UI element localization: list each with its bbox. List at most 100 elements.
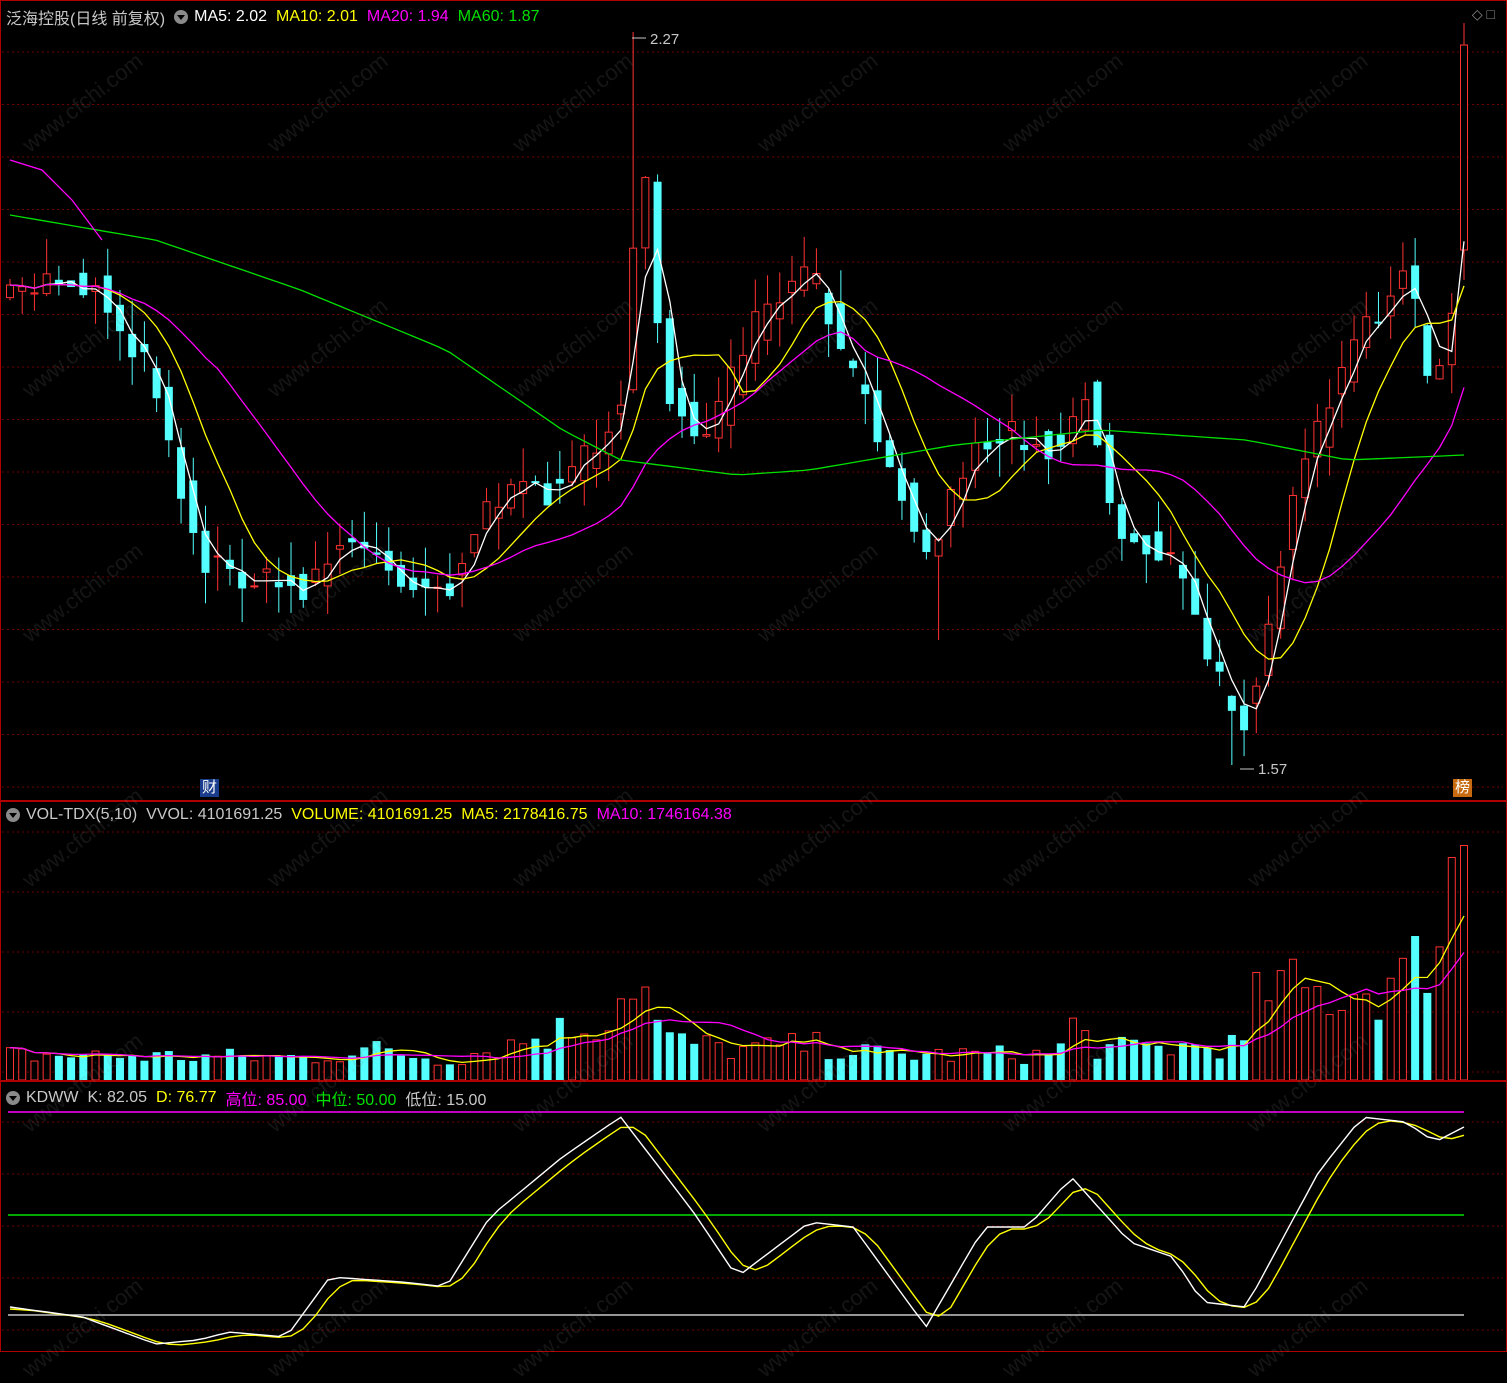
volume-bar [1191,1044,1200,1080]
volume-bar [1240,1040,1249,1080]
candle [1117,504,1126,539]
volume-bar [946,1060,955,1080]
volume-bar [1460,845,1468,1080]
high-price-label: 2.27 [650,31,680,48]
volume-bar [983,1052,992,1080]
volume-bar [1362,993,1371,1080]
volume-bar [1215,1058,1224,1080]
candle [861,384,870,395]
volume-bar [775,1044,784,1080]
volume-bar [140,1060,149,1080]
price-pane[interactable]: 泛海控股(日线 前复权) MA5: 2.02 MA10: 2.01 MA20: … [2,0,1503,800]
candle [1325,407,1334,448]
candle [763,303,772,341]
candle [1398,270,1407,289]
volume-bar [1423,992,1432,1080]
candle [421,578,430,588]
volume-bar [1313,985,1322,1080]
candle [653,181,662,324]
candle [629,247,638,391]
kd-indicator-name[interactable]: KDWW [26,1089,78,1107]
volume-bar [910,1059,919,1080]
volume-bar [177,1060,186,1080]
ma20-line [9,283,1465,584]
volume-bar [1264,1000,1273,1080]
volume-bar [641,986,650,1080]
volume-bar [739,1046,748,1080]
candle [873,390,882,443]
candle [274,581,283,588]
pane-control-icons[interactable]: ◇ □ [1472,6,1495,23]
volume-bar [396,1055,405,1080]
volume-bar [580,1033,589,1080]
high-level-legend: 高位: 85.00 [225,1092,307,1109]
volume-chart[interactable] [2,802,1503,1080]
candle [30,292,39,295]
kd-menu-icon[interactable] [6,1091,20,1105]
candle [1020,444,1029,451]
d-legend: D: 76.77 [156,1089,217,1106]
candle [824,292,833,325]
volume-bar [1252,971,1261,1080]
volume-bar [714,1042,723,1080]
volume-bar [409,1057,418,1080]
indicator-menu-icon[interactable] [174,10,189,24]
volume-bar [1105,1044,1114,1080]
volume-bar [372,1041,381,1080]
volume-bar [763,1037,772,1080]
volume-bar [1374,1019,1383,1080]
candle [1288,495,1297,550]
kd-pane-header: KDWW K: 82.05 D: 76.77 高位: 85.00 中位: 50.… [6,1086,495,1110]
candle [910,482,919,532]
candle [1215,661,1224,672]
candle [983,441,992,450]
volume-bar [592,1039,601,1080]
volume-bar [54,1055,63,1080]
candle [18,286,27,292]
volume-bar [1020,1063,1029,1080]
volume-bar [971,1050,980,1080]
volume-bar [274,1055,283,1080]
candle [470,534,479,554]
ma5-legend: MA5: 2.02 [194,8,268,25]
volume-indicator-name[interactable]: VOL-TDX(5,10) [26,806,137,824]
volume-bar [42,1053,51,1080]
candle [934,539,943,557]
candle [6,284,14,299]
candle [897,468,906,501]
volume-bar [1398,957,1407,1080]
vvol-legend: VVOL: 4101691.25 [146,806,283,823]
candle [702,434,711,437]
volume-bar [30,1060,39,1080]
volume-menu-icon[interactable] [6,808,20,822]
price-chart[interactable] [2,0,1503,800]
volume-bar [201,1054,210,1080]
volume-bar [1117,1036,1126,1080]
volume-pane[interactable]: VOL-TDX(5,10) VVOL: 4101691.25 VOLUME: 4… [2,802,1503,1080]
volume-bar [629,998,638,1080]
volume-bar [995,1045,1004,1080]
volume-bar [67,1057,76,1080]
kd-pane[interactable]: KDWW K: 82.05 D: 76.77 高位: 85.00 中位: 50.… [2,1082,1503,1350]
volume-bar [665,1032,674,1080]
volume-bar [678,1033,687,1080]
finance-badge[interactable]: 财 [200,779,220,797]
volume-bar [1227,1034,1236,1080]
candle [885,440,894,468]
ma60-legend: MA60: 1.87 [457,8,540,25]
volume-bar [1337,1009,1346,1080]
volume-bar [128,1055,137,1080]
candle [1240,705,1249,731]
security-title[interactable]: 泛海控股(日线 前复权) [6,5,165,29]
volume-bar [1325,1014,1334,1080]
candle [1154,531,1163,561]
volume-bar [470,1052,479,1080]
candle [1227,695,1236,711]
volume-bar [1081,1030,1090,1080]
volume-bar [653,1019,662,1080]
candle [555,478,564,484]
ranking-badge[interactable]: 榜 [1453,779,1473,797]
kd-chart[interactable] [2,1082,1503,1350]
volume-bar [726,1058,735,1080]
volume-bar [1411,936,1420,1080]
